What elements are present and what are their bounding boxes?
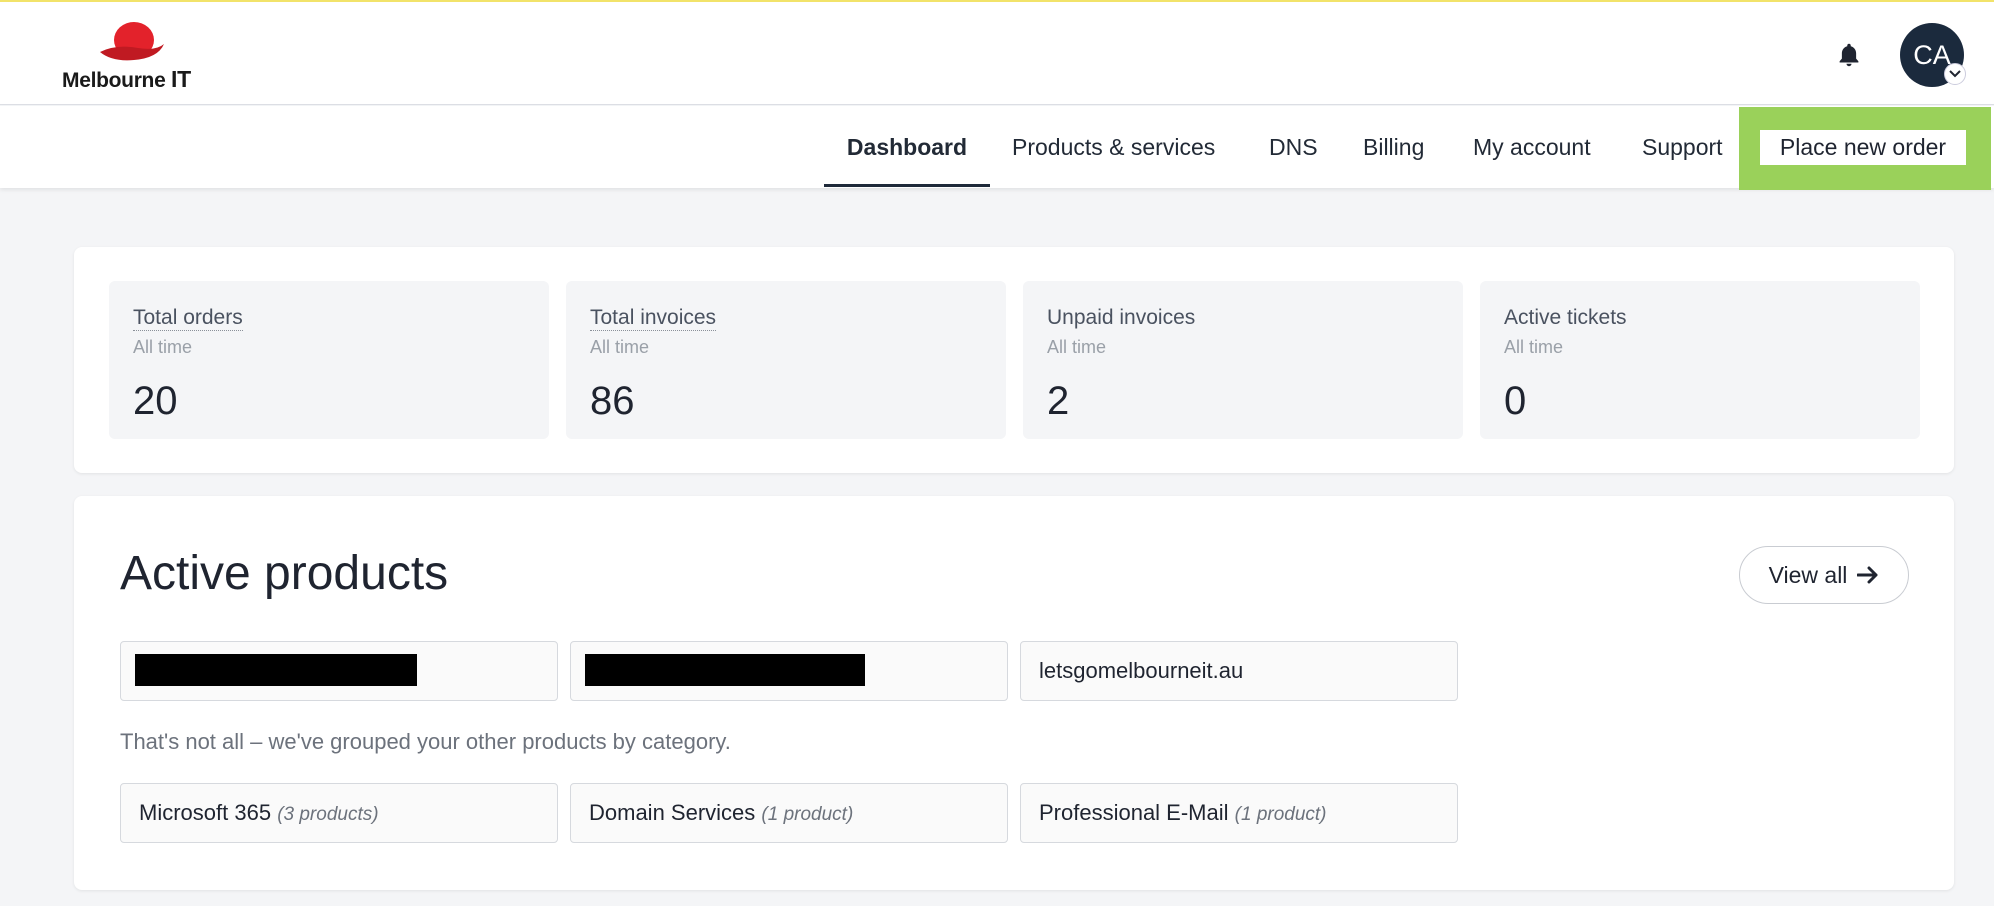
- view-all-label: View all: [1768, 561, 1848, 588]
- product-tile[interactable]: [120, 641, 558, 701]
- active-products-card: Active products View all letsgomelbourne…: [74, 496, 1954, 890]
- place-new-order-button[interactable]: Place new order: [1760, 130, 1966, 165]
- avatar[interactable]: CA: [1900, 23, 1966, 87]
- category-tile-text: Professional E-Mail (1 product): [1039, 784, 1327, 844]
- category-count: (1 product): [1234, 804, 1327, 825]
- product-tile-label: letsgomelbourneit.au: [1039, 658, 1244, 683]
- nav-dns[interactable]: DNS: [1269, 106, 1318, 188]
- nav-products-services[interactable]: Products & services: [1012, 106, 1215, 188]
- logo-hat-icon: [100, 22, 164, 61]
- active-products-title: Active products: [120, 547, 449, 600]
- category-name: Domain Services: [589, 800, 756, 825]
- product-tile[interactable]: letsgomelbourneit.au: [1020, 641, 1458, 701]
- logo-text-main: Melbourne: [62, 69, 166, 92]
- bell-icon[interactable]: [1834, 40, 1864, 70]
- stat-label: Unpaid invoices: [1047, 306, 1196, 329]
- stat-label: Total invoices: [590, 306, 717, 331]
- stats-card: Total orders All time 20 Total invoices …: [74, 247, 1954, 473]
- stat-active-tickets[interactable]: Active tickets All time 0: [1480, 281, 1920, 439]
- logo-text-bold: IT: [171, 66, 191, 92]
- main-nav: Dashboard Products & services DNS Billin…: [0, 106, 1994, 190]
- category-tile-text: Microsoft 365 (3 products): [139, 784, 379, 844]
- stat-total-invoices[interactable]: Total invoices All time 86: [566, 281, 1006, 439]
- nav-my-account[interactable]: My account: [1473, 106, 1591, 188]
- logo-text: Melbourne IT: [62, 66, 191, 93]
- grouped-note: That's not all – we've grouped your othe…: [120, 729, 731, 754]
- stat-value: 20: [133, 379, 178, 423]
- chevron-down-icon[interactable]: [1944, 63, 1966, 85]
- stat-total-orders[interactable]: Total orders All time 20: [109, 281, 549, 439]
- avatar-initials: CA: [1913, 39, 1951, 70]
- redacted-block: [585, 654, 865, 686]
- stat-sub: All time: [590, 337, 650, 357]
- redacted-block: [135, 654, 417, 686]
- category-count: (3 products): [277, 804, 379, 825]
- arrow-right-icon: [1857, 566, 1878, 584]
- category-tile-microsoft-365[interactable]: Microsoft 365 (3 products): [120, 783, 558, 843]
- category-name: Microsoft 365: [139, 800, 272, 825]
- stat-sub: All time: [1504, 337, 1564, 357]
- nav-billing[interactable]: Billing: [1363, 106, 1424, 188]
- category-tile-domain-services[interactable]: Domain Services (1 product): [570, 783, 1008, 843]
- stat-value: 86: [590, 379, 635, 423]
- category-tile-professional-email[interactable]: Professional E-Mail (1 product): [1020, 783, 1458, 843]
- product-tile[interactable]: [570, 641, 1008, 701]
- view-all-button[interactable]: View all: [1739, 546, 1909, 604]
- stat-sub: All time: [1047, 337, 1107, 357]
- stat-label: Active tickets: [1504, 306, 1627, 329]
- nav-dashboard[interactable]: Dashboard: [824, 106, 990, 187]
- stat-sub: All time: [133, 337, 193, 357]
- category-name: Professional E-Mail: [1039, 800, 1229, 825]
- category-count: (1 product): [761, 804, 854, 825]
- nav-support[interactable]: Support: [1642, 106, 1723, 188]
- header: Melbourne IT CA: [0, 2, 1994, 105]
- stat-label: Total orders: [133, 306, 243, 331]
- place-order-highlight: Place new order: [1739, 107, 1991, 190]
- logo[interactable]: Melbourne IT: [62, 18, 222, 92]
- stat-value: 2: [1047, 379, 1070, 423]
- category-tile-text: Domain Services (1 product): [589, 784, 853, 844]
- stat-unpaid-invoices[interactable]: Unpaid invoices All time 2: [1023, 281, 1463, 439]
- stat-value: 0: [1504, 379, 1527, 423]
